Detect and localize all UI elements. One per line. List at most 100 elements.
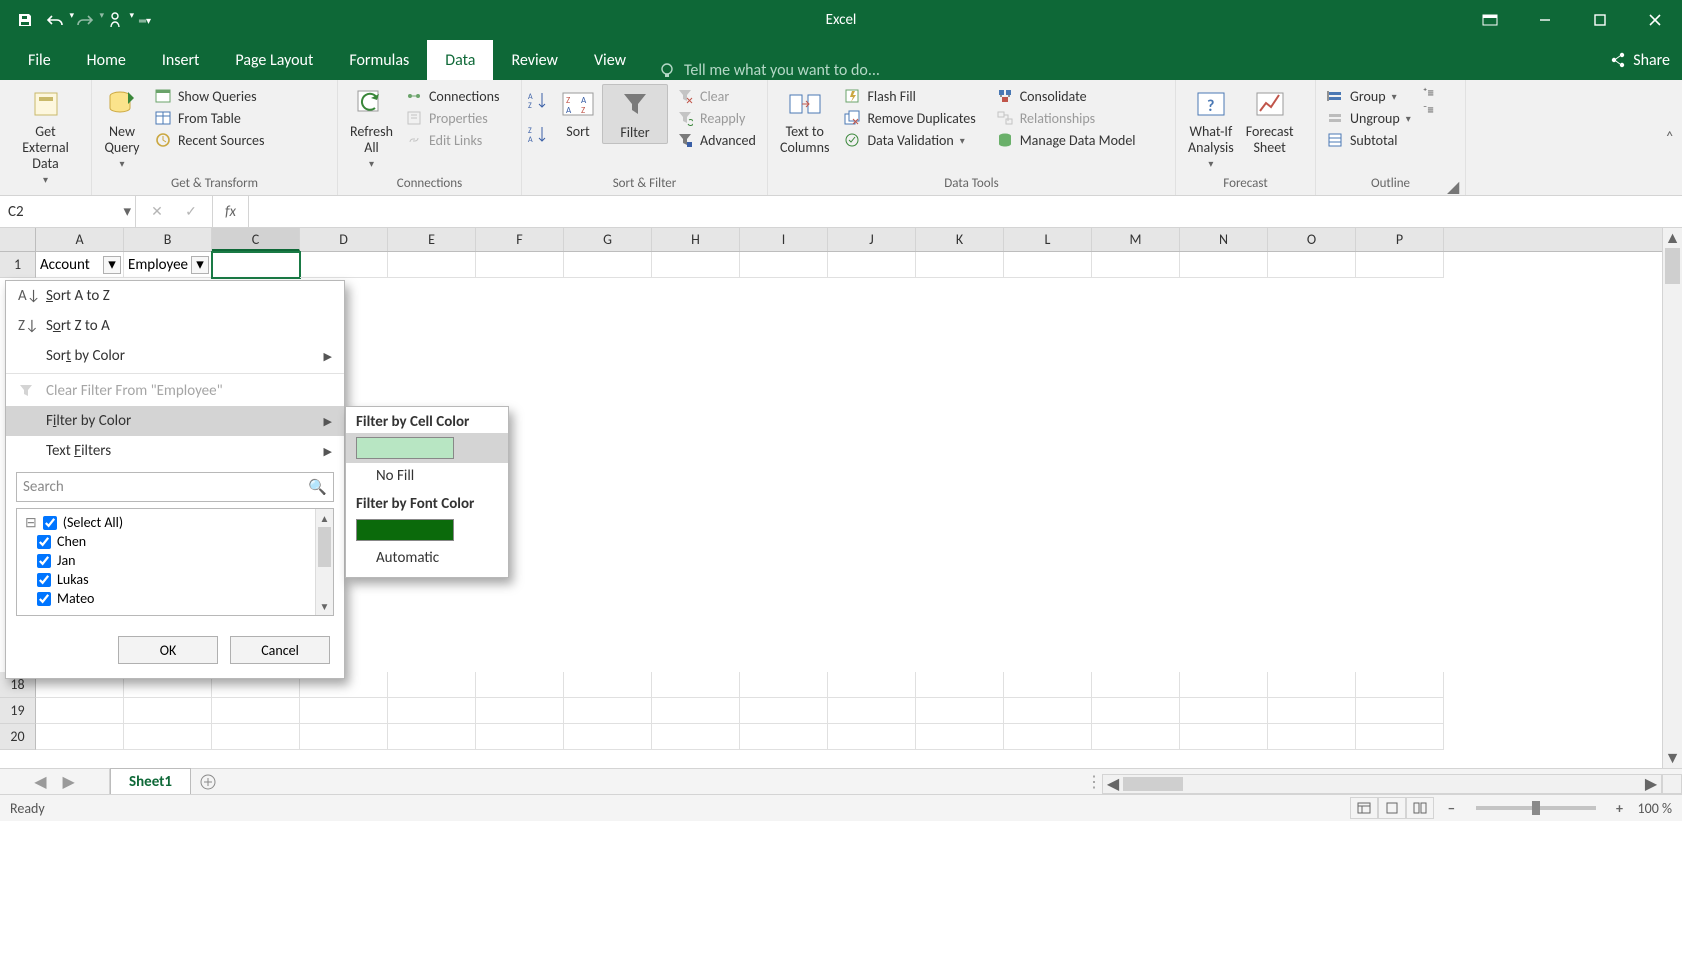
filter-checkbox[interactable]	[37, 573, 51, 587]
fx-label[interactable]: fx	[213, 196, 249, 227]
filter-tree-scrollbar[interactable]: ▲▼	[315, 509, 333, 615]
new-query-button[interactable]: New Query▾	[98, 84, 146, 172]
text-filters[interactable]: Text Filters▶	[6, 436, 344, 466]
horizontal-scrollbar[interactable]: ◀▶	[1102, 774, 1662, 794]
tab-page-layout[interactable]: Page Layout	[217, 40, 331, 80]
cell[interactable]	[476, 672, 564, 698]
cell[interactable]	[1092, 724, 1180, 750]
col-header[interactable]: G	[564, 228, 652, 251]
page-layout-view-button[interactable]	[1378, 797, 1406, 819]
row-header[interactable]: 19	[0, 698, 36, 724]
cell[interactable]	[740, 252, 828, 278]
filter-checkbox[interactable]	[43, 516, 57, 530]
prev-sheet-icon[interactable]: ◀	[34, 772, 46, 792]
zoom-out-button[interactable]: −	[1444, 800, 1460, 817]
consolidate-button[interactable]: Consolidate	[992, 86, 1140, 106]
advanced-filter-button[interactable]: Advanced	[672, 130, 760, 150]
from-table-button[interactable]: From Table	[150, 108, 269, 128]
subtotal-button[interactable]: Subtotal	[1322, 130, 1415, 150]
filter-checkbox[interactable]	[37, 592, 51, 606]
cell[interactable]	[300, 698, 388, 724]
share-button[interactable]: Share	[1609, 40, 1670, 80]
col-header[interactable]: M	[1092, 228, 1180, 251]
save-icon[interactable]	[12, 7, 38, 33]
cell[interactable]	[828, 724, 916, 750]
show-queries-button[interactable]: Show Queries	[150, 86, 269, 106]
col-header[interactable]: D	[300, 228, 388, 251]
cell[interactable]	[1356, 672, 1444, 698]
cell-a1[interactable]: Account▾	[36, 252, 124, 278]
sort-button[interactable]: ZAAZ Sort	[554, 84, 602, 142]
font-color-option[interactable]	[346, 515, 508, 545]
hide-detail-icon[interactable]: ⁻≡	[1423, 103, 1434, 118]
row-header[interactable]: 20	[0, 724, 36, 750]
cell[interactable]	[1268, 724, 1356, 750]
outline-dialog-launcher[interactable]: ◢	[1447, 177, 1461, 191]
cell[interactable]	[1004, 672, 1092, 698]
refresh-all-button[interactable]: Refresh All▾	[344, 84, 399, 172]
col-header[interactable]: N	[1180, 228, 1268, 251]
cell[interactable]	[1092, 252, 1180, 278]
col-header[interactable]: E	[388, 228, 476, 251]
tab-formulas[interactable]: Formulas	[331, 40, 427, 80]
cell[interactable]	[740, 672, 828, 698]
close-button[interactable]	[1627, 0, 1682, 40]
col-header[interactable]: I	[740, 228, 828, 251]
cell[interactable]	[212, 698, 300, 724]
cell[interactable]	[388, 698, 476, 724]
filter-ok-button[interactable]: OK	[118, 636, 218, 664]
name-box[interactable]: C2▾	[0, 196, 136, 227]
cell[interactable]	[1004, 252, 1092, 278]
col-header[interactable]: J	[828, 228, 916, 251]
col-header[interactable]: H	[652, 228, 740, 251]
tab-data[interactable]: Data	[427, 40, 493, 80]
new-sheet-button[interactable]	[191, 769, 225, 794]
cell[interactable]	[564, 698, 652, 724]
cell-c1-area[interactable]	[212, 252, 300, 278]
col-header[interactable]: B	[124, 228, 212, 251]
sheet-bar-grip[interactable]: ⋮	[1086, 769, 1102, 794]
split-handle[interactable]	[1662, 774, 1682, 794]
name-box-dropdown-icon[interactable]: ▾	[123, 202, 131, 221]
cell[interactable]	[828, 252, 916, 278]
cell[interactable]	[388, 252, 476, 278]
zoom-in-button[interactable]: +	[1612, 800, 1628, 817]
connections-button[interactable]: Connections	[401, 86, 503, 106]
filter-value-item[interactable]: Mateo	[23, 589, 327, 608]
filter-search-input[interactable]: Search🔍	[16, 472, 334, 502]
tab-file[interactable]: File	[10, 40, 69, 80]
cell[interactable]	[1356, 698, 1444, 724]
cell[interactable]	[388, 672, 476, 698]
filter-value-item[interactable]: Chen	[23, 532, 327, 551]
cell-color-option[interactable]	[346, 433, 508, 463]
cell[interactable]	[1180, 252, 1268, 278]
cell[interactable]	[564, 724, 652, 750]
filter-dropdown-icon[interactable]: ▾	[191, 256, 209, 274]
cell[interactable]	[652, 724, 740, 750]
cell[interactable]	[1268, 252, 1356, 278]
cell[interactable]	[652, 698, 740, 724]
maximize-button[interactable]	[1572, 0, 1627, 40]
tell-me-search[interactable]: Tell me what you want to do...	[644, 61, 880, 80]
ribbon-display-options-icon[interactable]	[1462, 0, 1517, 40]
cell[interactable]	[36, 698, 124, 724]
cell[interactable]	[916, 724, 1004, 750]
filter-value-item[interactable]: Jan	[23, 551, 327, 570]
cell[interactable]	[1356, 724, 1444, 750]
filter-value-item[interactable]: ⊟(Select All)	[23, 513, 327, 532]
sheet-nav-buttons[interactable]: ◀▶	[0, 769, 110, 794]
cell[interactable]	[740, 698, 828, 724]
cell[interactable]	[916, 672, 1004, 698]
cell[interactable]	[1004, 698, 1092, 724]
cell[interactable]	[564, 252, 652, 278]
filter-checkbox[interactable]	[37, 554, 51, 568]
sort-az-icon[interactable]: AZ	[528, 90, 550, 112]
col-header[interactable]: P	[1356, 228, 1444, 251]
cell[interactable]	[476, 724, 564, 750]
automatic-option[interactable]: Automatic	[346, 545, 508, 571]
flash-fill-button[interactable]: Flash Fill	[839, 86, 979, 106]
cell[interactable]	[1092, 698, 1180, 724]
cell[interactable]	[212, 724, 300, 750]
tab-home[interactable]: Home	[69, 40, 144, 80]
remove-duplicates-button[interactable]: Remove Duplicates	[839, 108, 979, 128]
